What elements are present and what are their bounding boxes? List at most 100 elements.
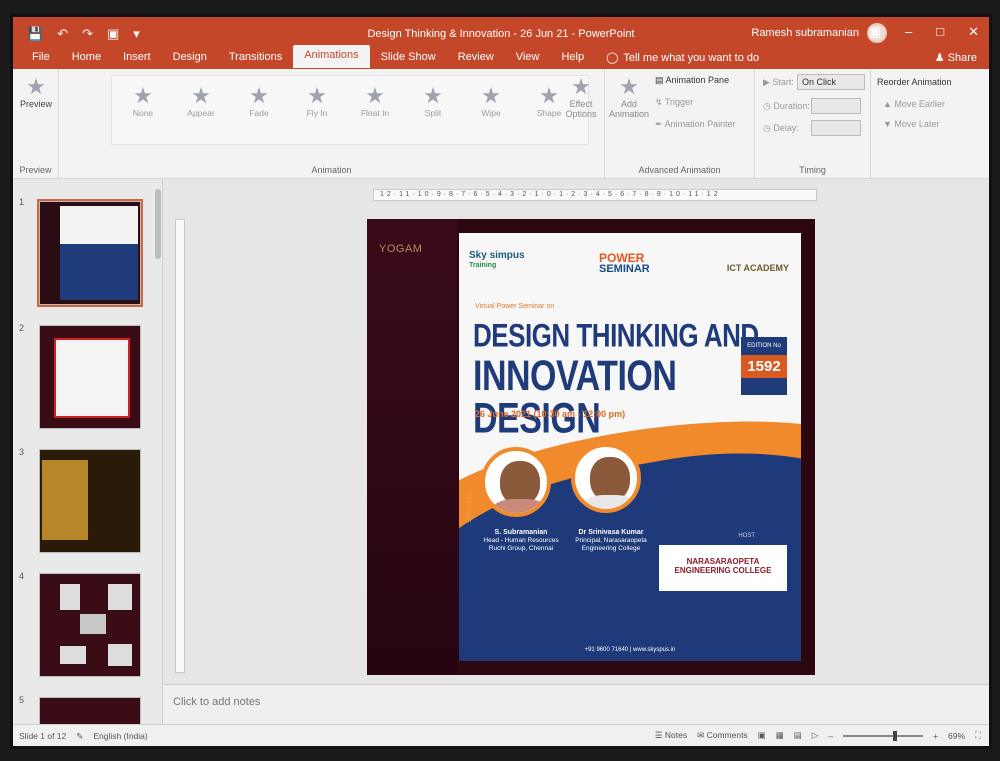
delay-icon: ◷ Delay: bbox=[763, 123, 799, 133]
speaker-2-org: Engineering College bbox=[581, 545, 641, 552]
notes-pane[interactable]: Click to add notes bbox=[163, 684, 989, 724]
spellcheck-icon[interactable]: ✎ bbox=[76, 731, 83, 742]
thumbnail-number: 5 bbox=[19, 695, 25, 705]
slide-sorter-icon[interactable]: ▦ bbox=[776, 730, 784, 741]
slideshow-view-icon[interactable]: ▷ bbox=[812, 730, 819, 741]
minimize-icon[interactable]: – bbox=[905, 24, 912, 40]
logo-left-sub: Training bbox=[469, 262, 497, 269]
slide-thumbnail-1[interactable] bbox=[37, 199, 143, 307]
add-animation-label: Add Animation bbox=[608, 99, 650, 119]
slide-thumbnail-4[interactable] bbox=[39, 573, 141, 677]
animation-painter-button[interactable]: ✒ Animation Painter bbox=[655, 119, 736, 130]
tab-help[interactable]: Help bbox=[550, 47, 595, 68]
thumb-image bbox=[108, 644, 132, 666]
zoom-in-icon[interactable]: + bbox=[933, 731, 938, 741]
logo-left: Sky simpus Training bbox=[469, 251, 525, 271]
tab-slide-show[interactable]: Slide Show bbox=[370, 47, 447, 68]
star-icon: ★ bbox=[191, 83, 211, 108]
star-icon: ★ bbox=[307, 83, 327, 108]
ribbon: ★ Preview Preview ★ None ★ Appear ★ Fade ★ F… bbox=[13, 69, 989, 179]
thumbnail-number: 2 bbox=[19, 323, 25, 333]
thumbnail-scrollbar[interactable] bbox=[155, 189, 161, 259]
animation-none[interactable]: ★ None bbox=[118, 84, 168, 119]
duration-field[interactable] bbox=[811, 98, 861, 114]
preview-group: ★ Preview Preview bbox=[13, 69, 59, 179]
tab-home[interactable]: Home bbox=[61, 47, 112, 68]
star-icon: ★ bbox=[481, 83, 501, 108]
zoom-slider[interactable] bbox=[843, 730, 924, 741]
move-later-button[interactable]: ▼ Move Later bbox=[883, 119, 939, 129]
status-left: Slide 1 of 12 ✎ English (India) bbox=[19, 731, 148, 742]
preview-button[interactable]: ★ Preview bbox=[17, 74, 55, 110]
animation-painter-label: Animation Painter bbox=[664, 119, 736, 129]
title-bar: 💾 ↶ ↷ ▣ ▾ Design Thinking & Innovation -… bbox=[13, 17, 989, 69]
share-button[interactable]: ♟ Share bbox=[935, 51, 977, 64]
ribbon-tabs: File Home Insert Design Transitions Anim… bbox=[21, 45, 770, 68]
effect-options-button[interactable]: ★ Effect Options bbox=[559, 74, 603, 120]
comments-button[interactable]: ✉ Comments bbox=[697, 730, 748, 741]
poster-date: 26 June 2021 (10:30 am - 12:00 pm) bbox=[475, 409, 626, 419]
reading-view-icon[interactable]: ▤ bbox=[794, 730, 802, 741]
user-name[interactable]: Ramesh subramanian bbox=[751, 27, 859, 39]
status-bar: Slide 1 of 12 ✎ English (India) ☰ Notes … bbox=[13, 724, 989, 746]
animation-group-label: Animation bbox=[311, 165, 352, 175]
preview-star-icon: ★ bbox=[26, 74, 46, 99]
seminar-poster: Sky simpus Training POWER SEMINAR ICT ACAD… bbox=[459, 233, 801, 661]
move-earlier-button[interactable]: ▲ Move Earlier bbox=[883, 99, 945, 109]
animation-group: ★ None ★ Appear ★ Fade ★ Fly In ★ Float In ★ S… bbox=[59, 69, 605, 179]
animation-appear[interactable]: ★ Appear bbox=[176, 83, 226, 119]
slide-thumbnail-2[interactable] bbox=[39, 325, 141, 429]
start-icon: ▶ Start: bbox=[763, 77, 794, 87]
edition-badge: EDITION No 1592 bbox=[741, 337, 787, 395]
vertical-ruler bbox=[175, 219, 185, 673]
tab-view[interactable]: View bbox=[505, 47, 551, 68]
preview-label: Preview bbox=[19, 99, 52, 109]
timing-group-label: Timing bbox=[799, 165, 826, 175]
current-slide[interactable]: YOGAM Sky simpus Training POWER SEMINAR IC… bbox=[367, 219, 815, 675]
logo-left-text: Sky simpus bbox=[469, 250, 525, 261]
close-icon[interactable]: ✕ bbox=[968, 24, 979, 40]
language-indicator[interactable]: English (India) bbox=[93, 731, 147, 742]
thumb-image bbox=[60, 584, 80, 610]
tab-file[interactable]: File bbox=[21, 47, 61, 68]
normal-view-icon[interactable]: ▣ bbox=[758, 730, 766, 741]
effect-star-icon: ★ bbox=[571, 74, 591, 99]
animation-fade[interactable]: ★ Fade bbox=[234, 84, 284, 119]
tab-review[interactable]: Review bbox=[447, 47, 505, 68]
trigger-button[interactable]: ↯ Trigger bbox=[655, 97, 693, 108]
animation-float-in[interactable]: ★ Float In bbox=[350, 84, 400, 119]
reorder-title: Reorder Animation bbox=[877, 77, 952, 87]
tab-transitions[interactable]: Transitions bbox=[218, 47, 293, 68]
animation-split[interactable]: ★ Split bbox=[408, 84, 458, 119]
start-select[interactable]: On Click bbox=[797, 74, 865, 90]
notes-button[interactable]: ☰ Notes bbox=[655, 730, 687, 741]
animation-label: Fly In bbox=[306, 108, 328, 118]
tab-insert[interactable]: Insert bbox=[112, 47, 162, 68]
app-window: 💾 ↶ ↷ ▣ ▾ Design Thinking & Innovation -… bbox=[10, 14, 992, 749]
zoom-slider-thumb[interactable] bbox=[893, 730, 898, 741]
logo-power-seminar: POWER SEMINAR bbox=[599, 252, 650, 275]
ribbon-display-icon[interactable]: ▣ bbox=[869, 24, 881, 40]
zoom-level[interactable]: 69% bbox=[948, 731, 965, 741]
animation-wipe[interactable]: ★ Wipe bbox=[466, 83, 516, 119]
animation-pane-button[interactable]: ▤ Animation Pane bbox=[655, 75, 729, 86]
add-animation-button[interactable]: ★ Add Animation bbox=[607, 75, 651, 120]
slide-thumbnail-3[interactable] bbox=[39, 449, 141, 553]
host-logo-box: NARASARAOPETA ENGINEERING COLLEGE bbox=[659, 545, 787, 591]
trigger-label: Trigger bbox=[664, 97, 694, 107]
fit-slide-icon[interactable]: ⛶ bbox=[975, 730, 981, 741]
zoom-out-icon[interactable]: – bbox=[828, 731, 833, 741]
maximize-icon[interactable]: □ bbox=[936, 24, 944, 40]
speaker-1-role: Head - Human Resources bbox=[483, 537, 559, 544]
thumbnail-number: 4 bbox=[19, 571, 25, 581]
tab-design[interactable]: Design bbox=[162, 47, 218, 68]
animation-label: Float In bbox=[360, 108, 390, 118]
tab-animations[interactable]: Animations bbox=[293, 45, 370, 68]
delay-field[interactable] bbox=[811, 120, 861, 136]
thumb-image bbox=[60, 646, 86, 664]
slide-thumbnail-5[interactable] bbox=[39, 697, 141, 727]
animation-pane-label: Animation Pane bbox=[665, 75, 730, 85]
person-icon: ♟ bbox=[934, 52, 945, 64]
tell-me-box[interactable]: ◯ Tell me what you want to do bbox=[595, 47, 770, 68]
animation-fly-in[interactable]: ★ Fly In bbox=[292, 83, 342, 119]
